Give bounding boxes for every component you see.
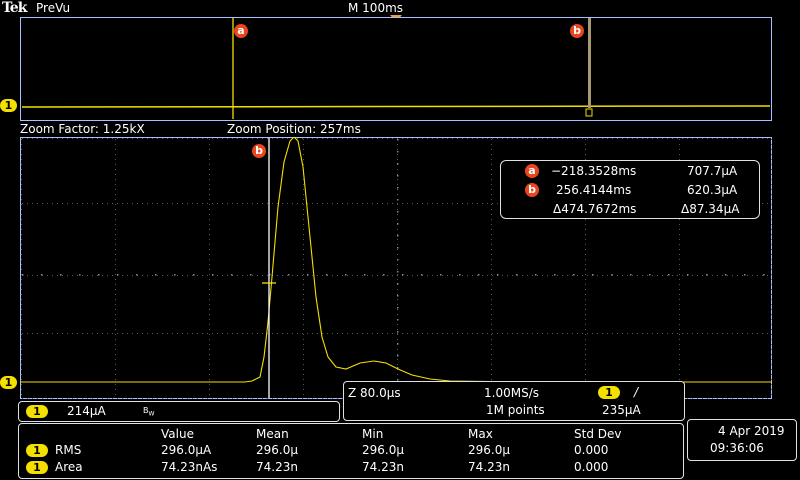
cursor-b-time: 256.4144ms	[556, 183, 632, 197]
meas-header-value: Value	[161, 427, 194, 441]
meas-row1-min: 296.0μ	[362, 443, 404, 457]
meas-row2-min: 74.23n	[362, 460, 404, 474]
date-display: 4 Apr 2019	[718, 424, 785, 438]
datetime-box[interactable]: 4 Apr 2019 09:36:06	[687, 419, 797, 461]
trigger-slope-icon: /	[634, 385, 639, 399]
meas-row1-max: 296.0μ	[468, 443, 510, 457]
meas-row2-value: 74.23nAs	[161, 460, 218, 474]
meas-row1-name: RMS	[55, 443, 82, 457]
cursor-readout-panel[interactable]: a −218.3528ms 707.7μA b 256.4144ms 620.3…	[500, 160, 760, 219]
zoom-cursor-b-badge[interactable]: b	[252, 144, 266, 158]
time-display: 09:36:06	[710, 441, 764, 455]
measurements-panel[interactable]: Value Mean Min Max Std Dev 1 RMS 296.0μA…	[18, 423, 684, 479]
oscilloscope-screen: Tek PreVu M 100ms a b 1 Zoom Factor: 1.2…	[0, 0, 800, 480]
trigger-level: 235μA	[602, 403, 641, 417]
acquisition-mode: PreVu	[36, 1, 71, 15]
meas-row2-channel-badge: 1	[26, 461, 48, 474]
meas-header-mean: Mean	[256, 427, 289, 441]
overview-trace	[21, 105, 771, 108]
zoom-horizontal-scale: Z 80.0μs	[348, 386, 401, 400]
overview-waveform-window[interactable]	[20, 17, 772, 121]
cursor-b-value: 620.3μA	[687, 183, 738, 197]
overview-cursor-a-badge[interactable]: a	[234, 24, 248, 38]
overview-cursor-b-badge[interactable]: b	[570, 24, 584, 38]
cursor-a-value: 707.7μA	[687, 164, 738, 178]
overview-ch1-marker[interactable]: 1	[0, 99, 17, 112]
cursor-delta-value: Δ87.34μA	[681, 202, 740, 216]
channel1-scale: 214μA	[67, 404, 106, 418]
meas-row1-stddev: 0.000	[574, 443, 609, 457]
meas-row2-max: 74.23n	[468, 460, 510, 474]
channel1-settings-box[interactable]: 1 214μA BW	[18, 401, 340, 422]
zoom-ch1-marker[interactable]: 1	[0, 376, 17, 389]
zoom-position: Zoom Position: 257ms	[227, 122, 361, 136]
channel1-badge: 1	[26, 405, 48, 418]
acquisition-trigger-box[interactable]: Z 80.0μs 1.00MS/s 1M points 1 / 235μA	[343, 381, 685, 421]
meas-row2-name: Area	[55, 460, 83, 474]
meas-row1-value: 296.0μA	[161, 443, 212, 457]
overview-zoom-region	[588, 18, 591, 108]
meas-row1-channel-badge: 1	[26, 444, 48, 457]
meas-row1-mean: 296.0μ	[256, 443, 298, 457]
meas-header-max: Max	[468, 427, 493, 441]
meas-row2-stddev: 0.000	[574, 460, 609, 474]
record-length: 1M points	[486, 403, 545, 417]
readout-cursor-b-badge: b	[525, 183, 539, 197]
bandwidth-limit-icon: BW	[143, 406, 155, 418]
readout-cursor-a-badge: a	[525, 164, 539, 178]
meas-row2-mean: 74.23n	[256, 460, 298, 474]
cursor-delta-time: Δ474.7672ms	[553, 202, 637, 216]
meas-header-stddev: Std Dev	[574, 427, 622, 441]
tek-logo: Tek	[2, 0, 27, 16]
trigger-source-badge: 1	[598, 386, 620, 399]
cursor-a-time: −218.3528ms	[551, 164, 637, 178]
meas-header-min: Min	[362, 427, 384, 441]
sample-rate: 1.00MS/s	[484, 386, 539, 400]
zoom-factor: Zoom Factor: 1.25kX	[20, 122, 145, 136]
timebase-label[interactable]: M 100ms	[348, 1, 403, 15]
